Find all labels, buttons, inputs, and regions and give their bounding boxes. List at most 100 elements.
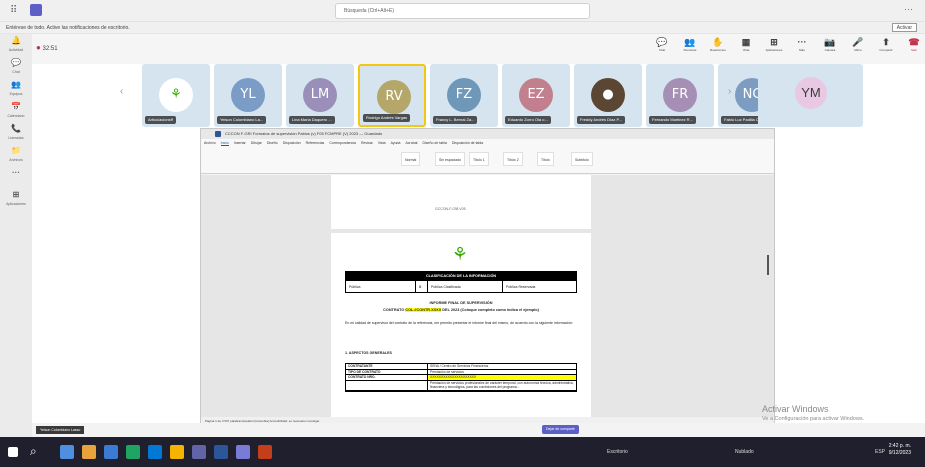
leave-button[interactable]: ☎ Salir [903,36,925,53]
more-button[interactable]: ··· Más [791,36,813,53]
word-tab[interactable]: Insertar [234,141,246,145]
rail-item-files[interactable]: 📁 Archivos [0,144,32,166]
search-input[interactable]: Búsqueda (Ctrl+Alt+E) [335,3,590,19]
word-tab[interactable]: Inicio [220,141,229,146]
clock-time: 2:42 p. m. [888,443,911,449]
document-page-1: GCCON-F-038 V05 [331,175,591,229]
style-gallery-item[interactable]: Normal [401,152,421,166]
windows-start-icon[interactable] [8,447,18,457]
teams-icon: 👥 [11,80,21,89]
activate-notifications-button[interactable]: Activar [891,23,917,32]
avatar: FR [663,78,697,112]
desktop-label[interactable]: Escritorio [607,445,628,459]
participant-tile[interactable]: RV Rodrigo Andrés Vargas [358,64,426,127]
more-options-icon[interactable]: ··· [904,4,913,14]
search-icon[interactable]: ⌕ [30,444,37,459]
rail-item-more[interactable]: ··· [0,166,32,188]
word-ribbon-tabs: Archivo Inicio Insertar Dibujar Diseño Dispos… [201,139,774,148]
camera-button[interactable]: 📷 Cámara [819,36,841,53]
rail-item-apps[interactable]: ⊞ Aplicaciones [0,188,32,210]
browser-icon[interactable] [82,445,96,459]
table-key: CONTRATANTE [346,364,428,369]
rail-item-calendar[interactable]: 📅 Calendario [0,100,32,122]
style-gallery-item[interactable]: Título [537,152,554,166]
table-value: SENA / Centro de Servicios Financieros [430,364,489,368]
chevron-right-icon[interactable]: › [728,86,731,97]
mic-button[interactable]: 🎤 Micro [847,36,869,53]
contract-table: CONTRATANTE SENA / Centro de Servicios Fi… [345,363,577,392]
word-tab[interactable]: Referencias [306,141,325,145]
participant-tile[interactable]: ⚘ Articulacionsff [142,64,210,127]
profile-photo: ● [591,78,625,112]
apps-button[interactable]: ⊞ Aplicaciones [763,36,785,53]
style-gallery-item[interactable]: Sin espaciado [435,152,465,166]
rail-item-chat[interactable]: 💬 Chat [0,56,32,78]
rail-item-teams[interactable]: 👥 Equipos [0,78,32,100]
edge-icon[interactable] [148,445,162,459]
notification-text: Entérese de todo. Active las notificacio… [6,25,130,31]
style-gallery-item[interactable]: Título 2 [503,152,523,166]
participant-tile-overflow[interactable]: YM [758,64,863,127]
outlook-icon[interactable] [104,445,118,459]
powerpoint-icon[interactable] [258,445,272,459]
rail-label: Equipos [9,92,23,96]
avatar: FZ [447,78,481,112]
chat-icon: 💬 [656,37,668,47]
word-tab[interactable]: Diseño de tabla [423,141,447,145]
participant-tile[interactable]: ● Freddy Andrés Díaz P... [574,64,642,127]
word-tab[interactable]: Diseño [267,141,278,145]
people-button[interactable]: 👥 Personas [679,36,701,53]
word-tab[interactable]: Revisar [361,141,373,145]
apps-label: Aplicaciones [765,48,783,52]
word-tab[interactable]: Correspondencia [329,141,356,145]
participant-tile[interactable]: FR Fernando Martinez R... [646,64,714,127]
classification-header: CLASIFICACIÓN DE LA INFORMACIÓN [346,272,576,281]
stop-sharing-button[interactable]: Dejar de compartir [542,425,579,434]
participant-tile[interactable]: YL Yeison Colombiano La... [214,64,282,127]
share-button[interactable]: ⬆ Compartir [875,36,897,53]
rail-label: Actividad [8,48,24,52]
system-clock[interactable]: 2:42 p. m. 9/12/2023 [889,443,911,457]
chevron-left-icon[interactable]: ‹ [120,86,123,97]
word-taskbar-icon[interactable] [214,445,228,459]
app-launcher-icon[interactable]: ⠿ [10,5,17,16]
participant-name: Freddy Andrés Díaz P... [577,116,625,124]
search-placeholder: Búsqueda (Ctrl+Alt+E) [344,8,395,14]
teams-taskbar-icon[interactable] [192,445,206,459]
presenter-name: Yeison Colombiano Lasso [36,426,85,434]
contract-line: CONTRATO COL.#CONTR.XXXX DEL 2023 (Coloq… [331,308,591,312]
rail-item-calls[interactable]: 📞 Llamadas [0,122,32,144]
participant-name: Rodrigo Andrés Vargas [363,114,411,122]
watermark-line-1: Activar Windows [762,404,829,414]
word-tab[interactable]: Dibujar [251,141,262,145]
word-logo [215,130,221,137]
app-rail: 🔔 Actividad 💬 Chat 👥 Equipos 📅 Calendario 📞 L… [0,34,32,437]
class-cell: Pública [346,281,416,293]
classification-row: Pública X Pública Clasificada Pública Re… [346,281,576,293]
style-gallery-item[interactable]: Subtítulo [571,152,593,166]
task-view-icon[interactable] [60,445,74,459]
explorer-icon[interactable] [170,445,184,459]
word-tab[interactable]: Archivo [204,141,216,145]
word-tab[interactable]: Ayuda [391,141,401,145]
word-tab[interactable]: Acrobat [405,141,417,145]
participant-tile[interactable]: LM Lina Maria Daquero ... [286,64,354,127]
intro-paragraph: En mi calidad de supervisor del contrato… [345,321,574,325]
word-tab[interactable]: Disposición de tabla [452,141,483,145]
word-tab[interactable]: Disposición [283,141,301,145]
word-tab[interactable]: Vista [378,141,386,145]
sena-logo-avatar: ⚘ [159,78,193,112]
rail-item-activity[interactable]: 🔔 Actividad [0,34,32,56]
language-indicator[interactable]: ESP [875,445,885,459]
avatar: YM [795,77,827,109]
participant-tile[interactable]: EZ Eduardo Zorro Ola o... [502,64,570,127]
scrollbar[interactable] [767,255,769,275]
style-gallery-item[interactable]: Título 1 [469,152,489,166]
reactions-button[interactable]: ✋ Reacciones [707,36,729,53]
excel-icon[interactable] [126,445,140,459]
onenote-icon[interactable] [236,445,250,459]
weather-widget[interactable]: Nublado [735,445,754,459]
participant-tile[interactable]: FZ Francy L. Bernal Za... [430,64,498,127]
view-button[interactable]: ▦ Vista [735,36,757,53]
chat-button[interactable]: 💬 Chat [651,36,673,53]
